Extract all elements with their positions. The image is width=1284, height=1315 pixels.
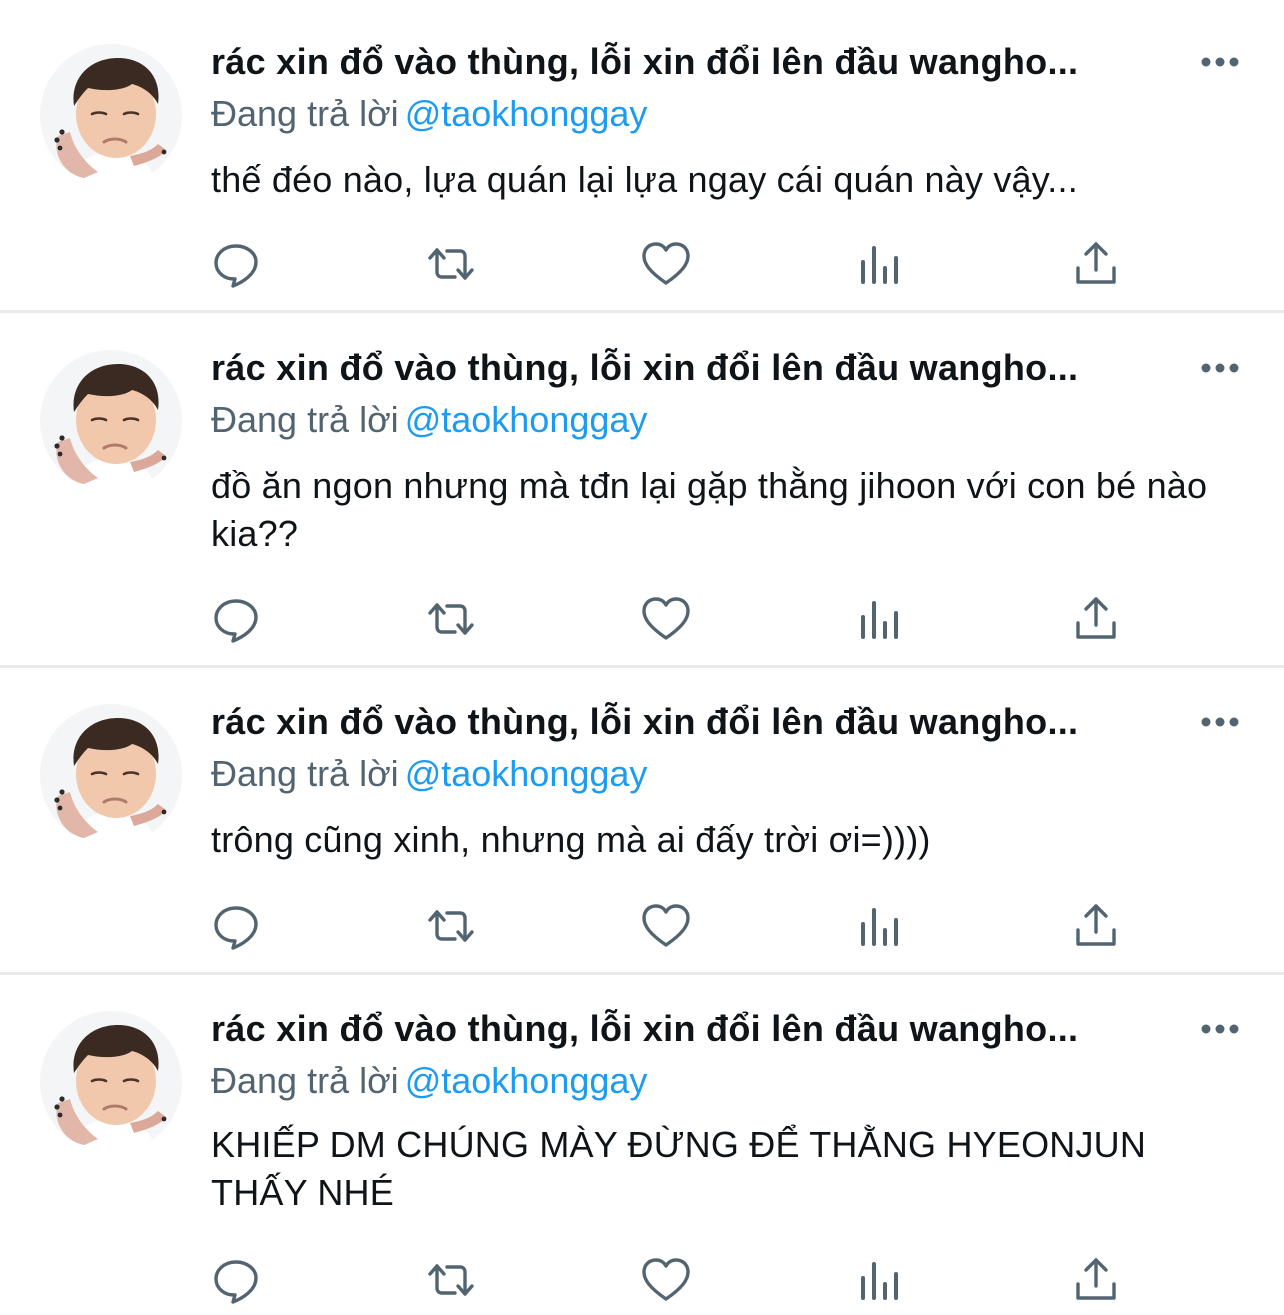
tweet-text: đồ ăn ngon nhưng mà tđn lại gặp thằng ji…: [211, 465, 1208, 554]
reply-prefix: Đang trả lời: [211, 399, 399, 440]
reply-handle-link[interactable]: @taokhonggay: [405, 93, 648, 134]
tweet-header: rác xin đổ vào thùng, lỗi xin đổi lên đầ…: [211, 38, 1271, 86]
heart-icon[interactable]: [640, 238, 692, 290]
reply-context: Đang trả lời @taokhonggay: [211, 1057, 647, 1105]
tweet[interactable]: rác xin đổ vào thùng, lỗi xin đổi lên đầ…: [0, 313, 1284, 668]
tweet[interactable]: rác xin đổ vào thùng, lỗi xin đổi lên đầ…: [0, 975, 1284, 1315]
reply-icon[interactable]: [210, 238, 262, 290]
reply-prefix: Đang trả lời: [211, 1060, 399, 1101]
retweet-icon[interactable]: [425, 1254, 477, 1306]
views-chart-icon[interactable]: [855, 238, 907, 290]
action-bar: [210, 238, 1130, 290]
retweet-icon[interactable]: [425, 593, 477, 645]
avatar[interactable]: [40, 704, 182, 846]
display-name[interactable]: rác xin đổ vào thùng, lỗi xin đổi lên đầ…: [211, 38, 1078, 86]
reply-handle-link[interactable]: @taokhonggay: [405, 1060, 648, 1101]
tweet-text: trông cũng xinh, nhưng mà ai đấy trời ơi…: [211, 819, 931, 860]
action-bar: [210, 1254, 1130, 1306]
reply-handle-link[interactable]: @taokhonggay: [405, 753, 648, 794]
reply-icon[interactable]: [210, 1254, 262, 1306]
retweet-icon[interactable]: [425, 238, 477, 290]
tweet-header: rác xin đổ vào thùng, lỗi xin đổi lên đầ…: [211, 344, 1271, 392]
action-bar: [210, 900, 1130, 952]
more-dots-icon[interactable]: [1199, 704, 1241, 740]
reply-prefix: Đang trả lời: [211, 753, 399, 794]
more-dots-icon[interactable]: [1199, 350, 1241, 386]
tweet[interactable]: rác xin đổ vào thùng, lỗi xin đổi lên đầ…: [0, 668, 1284, 975]
share-icon[interactable]: [1070, 1254, 1122, 1306]
views-chart-icon[interactable]: [855, 1254, 907, 1306]
action-bar: [210, 593, 1130, 645]
avatar[interactable]: [40, 350, 182, 492]
reply-context: Đang trả lời @taokhonggay: [211, 90, 647, 138]
reply-icon[interactable]: [210, 593, 262, 645]
reply-handle-link[interactable]: @taokhonggay: [405, 399, 648, 440]
tweet-text: KHIẾP DM CHÚNG MÀY ĐỪNG ĐỂ THẰNG HYEONJU…: [211, 1124, 1147, 1213]
display-name[interactable]: rác xin đổ vào thùng, lỗi xin đổi lên đầ…: [211, 344, 1078, 392]
reply-context: Đang trả lời @taokhonggay: [211, 750, 647, 798]
retweet-icon[interactable]: [425, 900, 477, 952]
share-icon[interactable]: [1070, 900, 1122, 952]
views-chart-icon[interactable]: [855, 593, 907, 645]
heart-icon[interactable]: [640, 900, 692, 952]
share-icon[interactable]: [1070, 593, 1122, 645]
heart-icon[interactable]: [640, 1254, 692, 1306]
reply-icon[interactable]: [210, 900, 262, 952]
tweet-header: rác xin đổ vào thùng, lỗi xin đổi lên đầ…: [211, 698, 1271, 746]
display-name[interactable]: rác xin đổ vào thùng, lỗi xin đổi lên đầ…: [211, 698, 1078, 746]
tweet-header: rác xin đổ vào thùng, lỗi xin đổi lên đầ…: [211, 1005, 1271, 1053]
reply-prefix: Đang trả lời: [211, 93, 399, 134]
avatar[interactable]: [40, 44, 182, 186]
tweet-text: thế đéo nào, lựa quán lại lựa ngay cái q…: [211, 159, 1078, 200]
more-dots-icon[interactable]: [1199, 44, 1241, 80]
views-chart-icon[interactable]: [855, 900, 907, 952]
reply-context: Đang trả lời @taokhonggay: [211, 396, 647, 444]
display-name[interactable]: rác xin đổ vào thùng, lỗi xin đổi lên đầ…: [211, 1005, 1078, 1053]
avatar[interactable]: [40, 1011, 182, 1153]
share-icon[interactable]: [1070, 238, 1122, 290]
heart-icon[interactable]: [640, 593, 692, 645]
more-dots-icon[interactable]: [1199, 1011, 1241, 1047]
tweet[interactable]: rác xin đổ vào thùng, lỗi xin đổi lên đầ…: [0, 0, 1284, 313]
